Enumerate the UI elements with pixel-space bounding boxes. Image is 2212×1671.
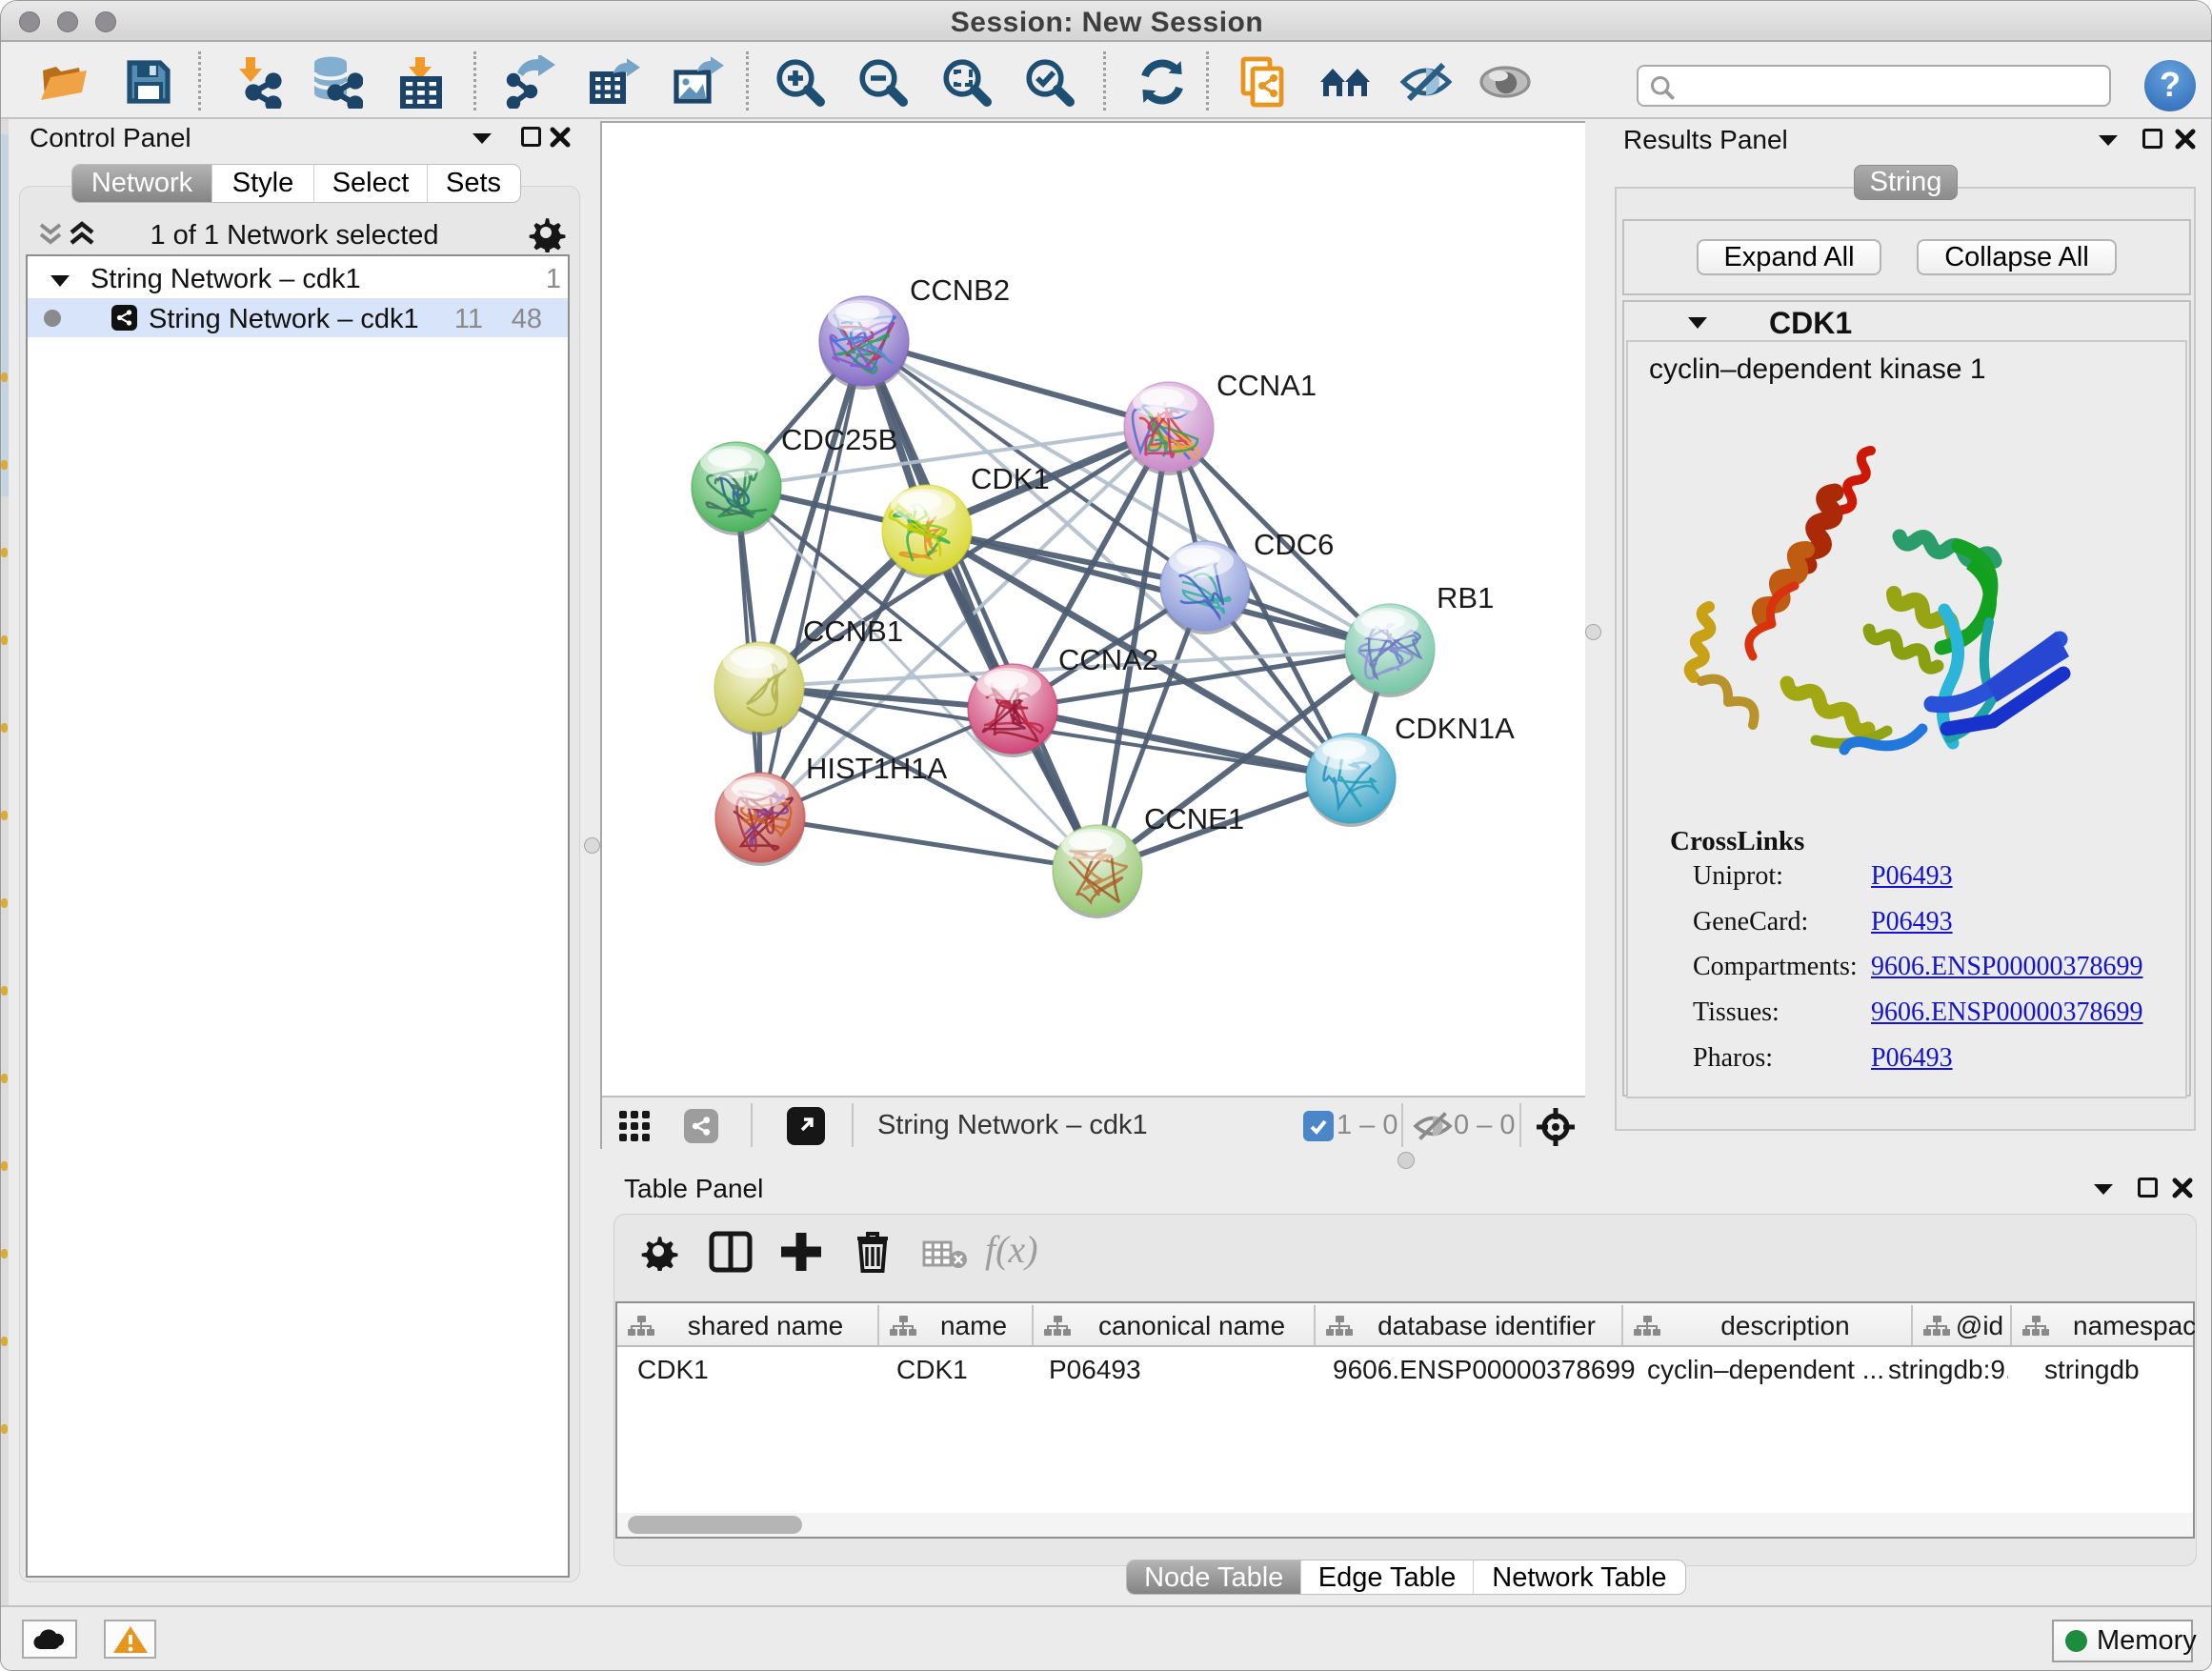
svg-text:CCNB2: CCNB2 — [910, 273, 1010, 307]
svg-text:HIST1H1A: HIST1H1A — [806, 752, 947, 785]
svg-text:CDK1: CDK1 — [971, 462, 1050, 495]
svg-text:CDC25B: CDC25B — [781, 423, 897, 456]
svg-text:CCNB1: CCNB1 — [803, 614, 903, 648]
svg-text:CCNA2: CCNA2 — [1058, 643, 1158, 676]
svg-text:CCNA1: CCNA1 — [1217, 369, 1317, 402]
svg-text:CCNE1: CCNE1 — [1144, 802, 1244, 836]
svg-text:CDC6: CDC6 — [1254, 528, 1334, 561]
svg-text:CDKN1A: CDKN1A — [1395, 712, 1515, 745]
svg-text:RB1: RB1 — [1437, 581, 1494, 614]
